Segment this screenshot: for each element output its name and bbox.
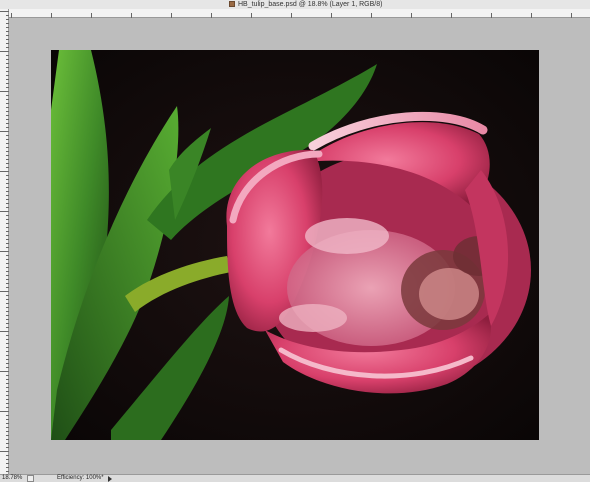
photoshop-document-window: HB_tulip_base.psd @ 18.8% (Layer 1, RGB/… xyxy=(0,0,590,482)
horizontal-ruler[interactable] xyxy=(9,9,590,22)
status-bar: 18.78% Efficiency: 100%* xyxy=(0,474,590,482)
tulip-baby-photo[interactable] xyxy=(51,50,539,440)
efficiency-readout: Efficiency: 100%* xyxy=(57,475,104,481)
vertical-ruler-ticks xyxy=(0,11,9,472)
play-arrow-icon[interactable] xyxy=(108,476,112,482)
photo-image xyxy=(51,50,539,440)
navigator-icon[interactable] xyxy=(27,475,34,482)
zoom-level[interactable]: 18.78% xyxy=(2,475,22,482)
window-title: HB_tulip_base.psd @ 18.8% (Layer 1, RGB/… xyxy=(238,1,383,8)
canvas-area[interactable] xyxy=(9,18,590,474)
vertical-ruler[interactable] xyxy=(0,9,9,474)
document-icon xyxy=(229,1,235,7)
